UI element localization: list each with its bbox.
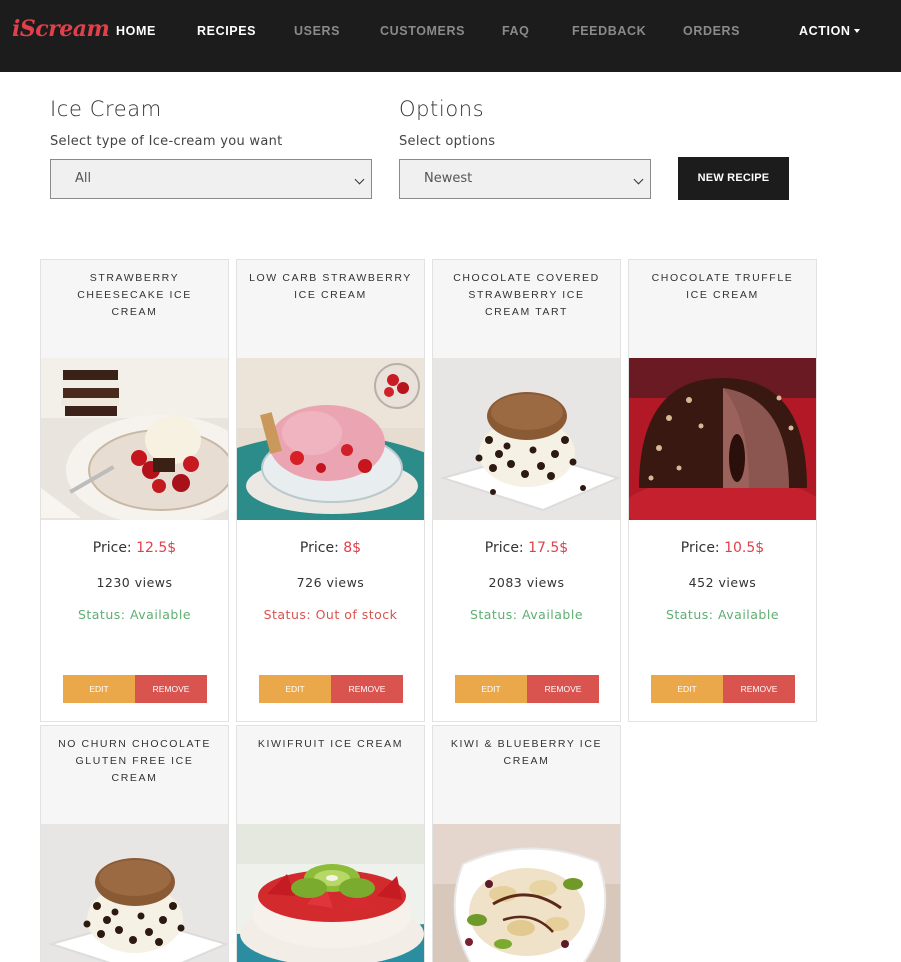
options-select[interactable]: Newest xyxy=(399,159,651,199)
remove-button[interactable]: REMOVE xyxy=(723,675,795,703)
nav-feedback[interactable]: FEEDBACK xyxy=(572,24,646,38)
nav-home[interactable]: HOME xyxy=(116,24,156,38)
recipe-title: KIWI & BLUEBERRY ICE CREAM xyxy=(433,726,620,824)
recipe-title: CHOCOLATE COVERED STRAWBERRY ICE CREAM T… xyxy=(433,260,620,358)
strawberry-ice-cream-photo xyxy=(237,358,424,520)
price-label: Price: xyxy=(299,540,339,556)
recipe-card: KIWIFRUIT ICE CREAM xyxy=(236,725,425,962)
chocolate-chip-sandwich-photo xyxy=(41,824,228,962)
recipe-views: 726 views xyxy=(296,575,365,590)
price-value: 10.5$ xyxy=(724,540,765,556)
kiwi-fruit-plate-photo xyxy=(433,824,620,962)
edit-button[interactable]: EDIT xyxy=(651,675,723,703)
remove-button[interactable]: REMOVE xyxy=(135,675,207,703)
icecream-title: Ice Cream xyxy=(50,97,162,121)
strawberry-cheesecake-photo xyxy=(41,358,228,520)
price-label: Price: xyxy=(680,540,720,556)
caret-down-icon xyxy=(853,28,860,33)
recipe-status: Status: Available xyxy=(469,607,584,622)
remove-button[interactable]: REMOVE xyxy=(331,675,403,703)
recipe-card: CHOCOLATE TRUFFLE ICE CREAM Price: 10.5$… xyxy=(628,259,817,722)
chocolate-truffle-photo xyxy=(629,358,816,520)
recipe-views: 1230 views xyxy=(96,575,173,590)
nav-action-label: ACTION xyxy=(799,24,851,38)
edit-button[interactable]: EDIT xyxy=(259,675,331,703)
recipe-title: STRAWBERRY CHEESECAKE ICE CREAM xyxy=(41,260,228,358)
brand-logo[interactable]: iScream xyxy=(12,16,110,42)
recipe-title: NO CHURN CHOCOLATE GLUTEN FREE ICE CREAM xyxy=(41,726,228,824)
nav-recipes[interactable]: RECIPES xyxy=(197,24,256,38)
recipe-status: Status: Out of stock xyxy=(263,607,398,622)
icecream-type-select[interactable]: All xyxy=(50,159,372,199)
nav-users[interactable]: USERS xyxy=(294,24,340,38)
recipe-card: STRAWBERRY CHEESECAKE ICE CREAM Price: 1… xyxy=(40,259,229,722)
recipe-views: 452 views xyxy=(688,575,757,590)
remove-button[interactable]: REMOVE xyxy=(527,675,599,703)
recipe-price: Price: 12.5$ xyxy=(41,540,228,556)
nav-customers[interactable]: CUSTOMERS xyxy=(380,24,465,38)
options-value: Newest xyxy=(424,171,473,186)
price-value: 8$ xyxy=(343,540,362,556)
chocolate-chip-sandwich-photo xyxy=(433,358,620,520)
top-navbar: iScream HOME RECIPES USERS CUSTOMERS FAQ… xyxy=(0,0,901,72)
new-recipe-button[interactable]: NEW RECIPE xyxy=(678,157,789,200)
recipe-card: KIWI & BLUEBERRY ICE CREAM xyxy=(432,725,621,962)
options-title: Options xyxy=(399,97,485,121)
nav-faq[interactable]: FAQ xyxy=(502,24,530,38)
price-label: Price: xyxy=(484,540,524,556)
recipe-card: CHOCOLATE COVERED STRAWBERRY ICE CREAM T… xyxy=(432,259,621,722)
recipe-status: Status: Available xyxy=(77,607,192,622)
recipe-title: LOW CARB STRAWBERRY ICE CREAM xyxy=(237,260,424,358)
recipe-status: Status: Available xyxy=(665,607,780,622)
recipe-card: LOW CARB STRAWBERRY ICE CREAM Price: 8$ … xyxy=(236,259,425,722)
recipe-price: Price: 17.5$ xyxy=(433,540,620,556)
edit-button[interactable]: EDIT xyxy=(63,675,135,703)
recipe-title: KIWIFRUIT ICE CREAM xyxy=(237,726,424,824)
nav-action-dropdown[interactable]: ACTION xyxy=(799,24,860,38)
chevron-down-icon xyxy=(354,174,365,185)
recipe-views: 2083 views xyxy=(488,575,565,590)
icecream-type-value: All xyxy=(75,171,92,186)
edit-button[interactable]: EDIT xyxy=(455,675,527,703)
recipe-title: CHOCOLATE TRUFFLE ICE CREAM xyxy=(629,260,816,358)
kiwi-pavlova-photo xyxy=(237,824,424,962)
recipe-price: Price: 8$ xyxy=(237,540,424,556)
nav-orders[interactable]: ORDERS xyxy=(683,24,740,38)
price-label: Price: xyxy=(92,540,132,556)
price-value: 17.5$ xyxy=(528,540,569,556)
price-value: 12.5$ xyxy=(136,540,177,556)
recipe-card: NO CHURN CHOCOLATE GLUTEN FREE ICE CREAM xyxy=(40,725,229,962)
options-subtitle: Select options xyxy=(399,134,496,149)
icecream-subtitle: Select type of Ice-cream you want xyxy=(50,134,283,149)
chevron-down-icon xyxy=(633,174,644,185)
recipe-price: Price: 10.5$ xyxy=(629,540,816,556)
